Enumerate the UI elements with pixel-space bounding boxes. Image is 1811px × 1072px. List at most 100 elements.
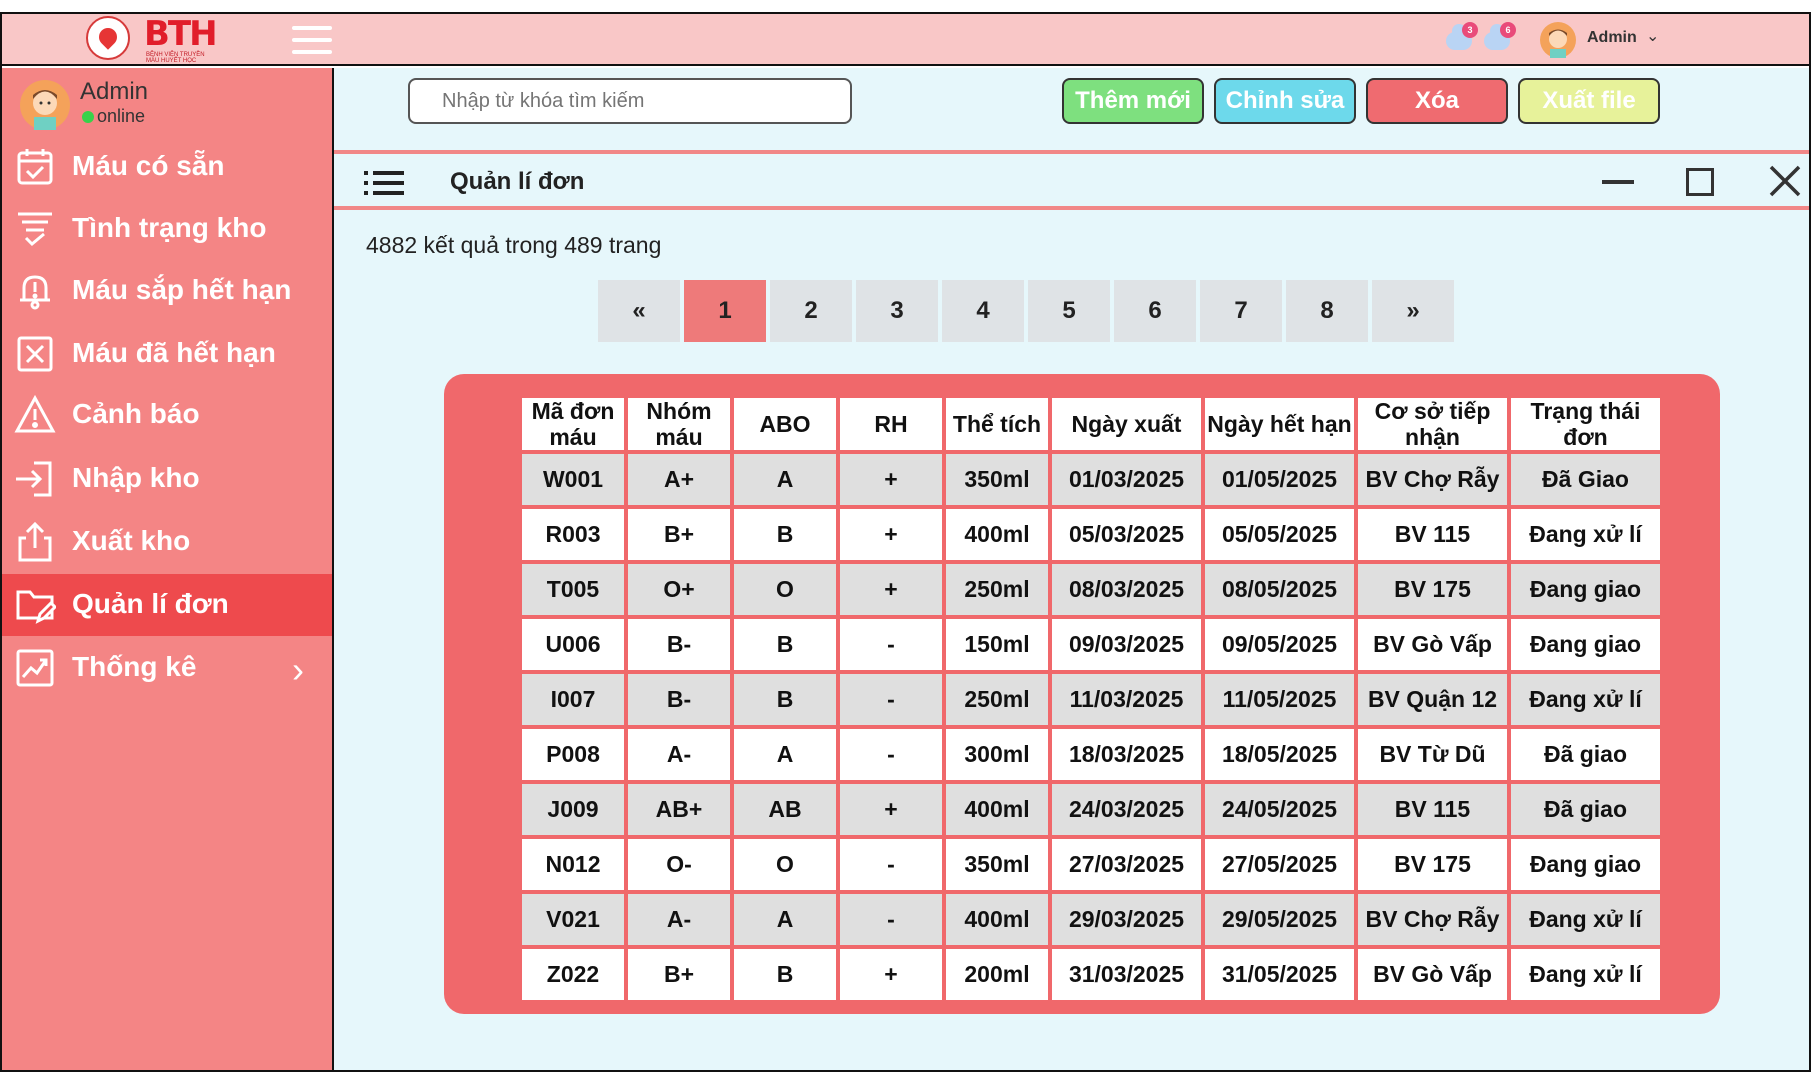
- column-header[interactable]: Trạng thái đơn: [1511, 398, 1660, 450]
- table-row[interactable]: U006 B- B -150ml 09/03/2025 09/05/2025 BV Gò V…: [522, 619, 1660, 670]
- panel-header: Quản lí đơn: [334, 154, 1809, 210]
- table-cell: A: [734, 729, 836, 780]
- table-cell: 27/03/2025: [1052, 839, 1201, 890]
- table-cell: 11/05/2025: [1205, 674, 1354, 725]
- table-cell: BV 175: [1358, 564, 1507, 615]
- top-bar: BTH BỆNH VIỆN TRUYỀN MÁU HUYẾT HỌC 3 6 A…: [2, 14, 1809, 66]
- sidebar-item-quan-li-don[interactable]: Quản lí đơn: [2, 574, 332, 636]
- list-icon[interactable]: [364, 170, 404, 196]
- table-cell: A-: [628, 894, 730, 945]
- last-page-icon[interactable]: »: [1372, 280, 1454, 342]
- orders-table-card: Mã đơn máu Nhóm máu ABO RH Thể tích Ngày…: [444, 374, 1720, 1014]
- search-input[interactable]: [408, 78, 852, 124]
- export-file-button[interactable]: Xuất file: [1518, 78, 1660, 124]
- table-cell: BV Từ Dũ: [1358, 729, 1507, 780]
- sidebar-item-mau-sap-het-han[interactable]: Máu sắp hết hạn: [2, 260, 332, 322]
- page-button[interactable]: 1: [684, 280, 766, 342]
- table-cell: U006: [522, 619, 624, 670]
- avatar[interactable]: [1540, 22, 1576, 58]
- edit-button[interactable]: Chỉnh sửa: [1214, 78, 1356, 124]
- table-cell: AB: [734, 784, 836, 835]
- table-cell: A: [734, 454, 836, 505]
- table-cell: I007: [522, 674, 624, 725]
- hamburger-menu-icon[interactable]: [292, 26, 332, 56]
- table-row[interactable]: R003 B+ B +400ml 05/03/2025 05/05/2025 BV 115 Đ…: [522, 509, 1660, 560]
- column-header[interactable]: Ngày hết hạn: [1205, 398, 1354, 450]
- main-content: Thêm mới Chỉnh sửa Xóa Xuất file Quản lí…: [334, 68, 1809, 1070]
- table-cell: Đã giao: [1511, 729, 1660, 780]
- sidebar-item-xuat-kho[interactable]: Xuất kho: [2, 511, 332, 573]
- message-cloud-icon[interactable]: 6: [1484, 22, 1516, 52]
- column-header[interactable]: Mã đơn máu: [522, 398, 624, 450]
- sidebar-item-thong-ke[interactable]: Thống kê ›: [2, 637, 332, 699]
- maximize-icon[interactable]: [1686, 168, 1714, 196]
- table-cell: AB+: [628, 784, 730, 835]
- sidebar-item-canh-bao[interactable]: Cảnh báo: [2, 384, 332, 446]
- table-row[interactable]: I007 B- B -250ml 11/03/2025 11/05/2025 BV Quận…: [522, 674, 1660, 725]
- filter-check-icon: [18, 212, 52, 247]
- chevron-down-icon[interactable]: ⌄: [1646, 26, 1659, 46]
- table-row[interactable]: P008 A- A -300ml 18/03/2025 18/05/2025 BV Từ D…: [522, 729, 1660, 780]
- first-page-icon[interactable]: «: [598, 280, 680, 342]
- table-cell: Đang xử lí: [1511, 894, 1660, 945]
- sidebar-item-label: Máu có sẵn: [72, 150, 225, 181]
- table-row[interactable]: V021 A- A -400ml 29/03/2025 29/05/2025 BV Chợ …: [522, 894, 1660, 945]
- column-header[interactable]: Cơ sở tiếp nhận: [1358, 398, 1507, 450]
- hospital-logo[interactable]: BTH BỆNH VIỆN TRUYỀN MÁU HUYẾT HỌC: [86, 14, 226, 64]
- table-cell: 350ml: [946, 454, 1048, 505]
- page-button[interactable]: 5: [1028, 280, 1110, 342]
- notification-cloud-icon[interactable]: 3: [1446, 22, 1478, 52]
- column-header[interactable]: Thể tích: [946, 398, 1048, 450]
- column-header[interactable]: ABO: [734, 398, 836, 450]
- table-cell: Đã Giao: [1511, 454, 1660, 505]
- page-button[interactable]: 3: [856, 280, 938, 342]
- chart-icon: [16, 649, 54, 687]
- minimize-icon[interactable]: [1602, 180, 1634, 184]
- page-button[interactable]: 2: [770, 280, 852, 342]
- table-row[interactable]: J009 AB+ AB +400ml 24/03/2025 24/05/2025 BV 11…: [522, 784, 1660, 835]
- table-cell: B: [734, 949, 836, 1000]
- page-button[interactable]: 7: [1200, 280, 1282, 342]
- column-header[interactable]: Ngày xuất: [1052, 398, 1201, 450]
- top-user-name[interactable]: Admin: [1587, 29, 1637, 47]
- page-button[interactable]: 6: [1114, 280, 1196, 342]
- delete-button[interactable]: Xóa: [1366, 78, 1508, 124]
- table-cell: 09/03/2025: [1052, 619, 1201, 670]
- column-header[interactable]: Nhóm máu: [628, 398, 730, 450]
- close-icon[interactable]: [1768, 164, 1802, 198]
- sidebar-item-mau-co-san[interactable]: Máu có sẵn: [2, 136, 332, 198]
- user-status: online: [82, 106, 145, 127]
- table-cell: +: [840, 509, 942, 560]
- sidebar-item-mau-da-het-han[interactable]: Máu đã hết hạn: [2, 323, 332, 385]
- column-header[interactable]: RH: [840, 398, 942, 450]
- table-cell: 250ml: [946, 564, 1048, 615]
- table-cell: O+: [628, 564, 730, 615]
- page-button[interactable]: 4: [942, 280, 1024, 342]
- app-window: BTH BỆNH VIỆN TRUYỀN MÁU HUYẾT HỌC 3 6 A…: [0, 12, 1811, 1072]
- x-square-icon: [17, 336, 53, 372]
- page-button[interactable]: 8: [1286, 280, 1368, 342]
- table-cell: BV Gò Vấp: [1358, 949, 1507, 1000]
- table-row[interactable]: Z022 B+ B +200ml 31/03/2025 31/05/2025 BV Gò V…: [522, 949, 1660, 1000]
- sidebar-item-label: Thống kê: [72, 651, 197, 682]
- table-cell: N012: [522, 839, 624, 890]
- table-cell: 05/03/2025: [1052, 509, 1201, 560]
- sidebar-item-tinh-trang-kho[interactable]: Tình trạng kho: [2, 198, 332, 260]
- add-button[interactable]: Thêm mới: [1062, 78, 1204, 124]
- table-cell: 24/05/2025: [1205, 784, 1354, 835]
- table-cell: 08/03/2025: [1052, 564, 1201, 615]
- table-cell: 27/05/2025: [1205, 839, 1354, 890]
- avatar: [20, 80, 70, 130]
- table-cell: BV 175: [1358, 839, 1507, 890]
- table-row[interactable]: T005 O+ O +250ml 08/03/2025 08/05/2025 BV 175 Đ…: [522, 564, 1660, 615]
- folder-edit-icon: [16, 590, 56, 624]
- table-cell: Đang xử lí: [1511, 509, 1660, 560]
- table-cell: +: [840, 784, 942, 835]
- chevron-right-icon[interactable]: ›: [292, 649, 304, 691]
- table-cell: T005: [522, 564, 624, 615]
- table-row[interactable]: N012 O- O -350ml 27/03/2025 27/05/2025 BV 175 Đ…: [522, 839, 1660, 890]
- sidebar-item-label: Cảnh báo: [72, 398, 200, 429]
- sidebar-item-nhap-kho[interactable]: Nhập kho: [2, 448, 332, 510]
- orders-table: Mã đơn máu Nhóm máu ABO RH Thể tích Ngày…: [518, 394, 1664, 1004]
- table-row[interactable]: W001 A+ A +350ml 01/03/2025 01/05/2025 BV Chợ …: [522, 454, 1660, 505]
